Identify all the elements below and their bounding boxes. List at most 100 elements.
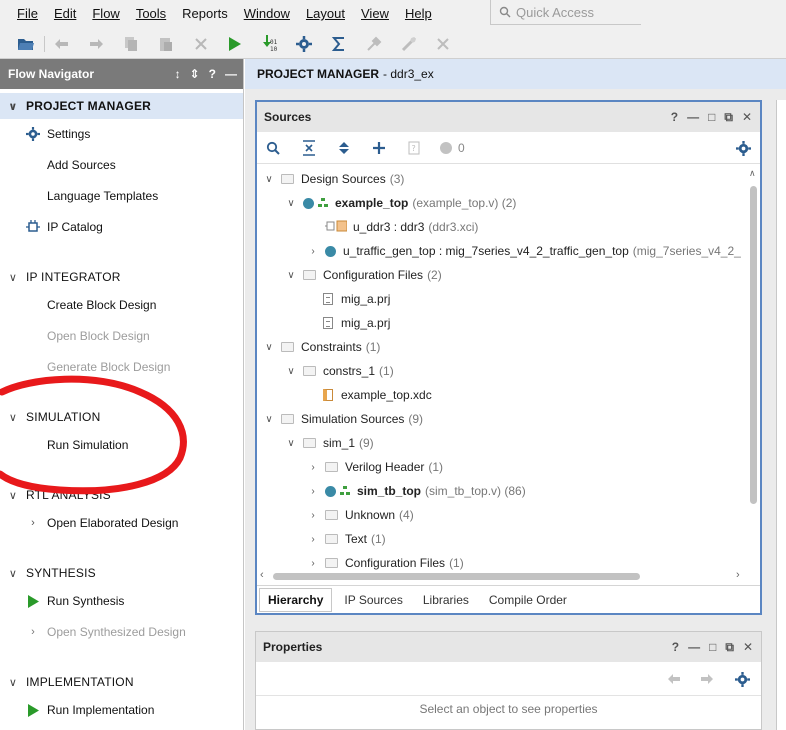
horizontal-scrollbar[interactable]: ‹ ›: [257, 569, 749, 582]
menu-flow[interactable]: Flow: [84, 6, 127, 21]
section-synthesis[interactable]: ∨ SYNTHESIS: [0, 560, 243, 586]
nav-ip-catalog[interactable]: IP Catalog: [0, 215, 243, 239]
settings-icon[interactable]: [732, 669, 752, 689]
tree-node-configuration-files[interactable]: ∨ Configuration Files (2): [285, 264, 441, 286]
open-project-icon[interactable]: [16, 34, 36, 54]
settings-icon[interactable]: [294, 34, 314, 54]
flow-navigator-header: Flow Navigator ↕ ⇕ ? —: [0, 59, 243, 89]
tree-node-u-traffic-gen-top[interactable]: › u_traffic_gen_top : mig_7series_v4_2_t…: [307, 240, 741, 262]
undo-icon[interactable]: [52, 34, 72, 54]
minimize-icon[interactable]: —: [687, 110, 699, 124]
disabled-tool-icon[interactable]: [399, 34, 419, 54]
delete-icon[interactable]: [191, 34, 211, 54]
tree-node-u-ddr3[interactable]: u_ddr3 : ddr3 (ddr3.xci): [325, 216, 478, 238]
horizontal-scroll-thumb[interactable]: [273, 573, 640, 580]
scroll-left-icon[interactable]: ‹: [260, 569, 264, 581]
nav-create-block-design[interactable]: Create Block Design: [0, 293, 243, 317]
nav-run-synthesis[interactable]: Run Synthesis: [0, 589, 243, 613]
flow-navigator-title: Flow Navigator: [8, 67, 95, 81]
float-icon[interactable]: ⧉: [724, 110, 733, 125]
collapse-all-icon[interactable]: [299, 138, 319, 158]
paste-icon[interactable]: [156, 34, 176, 54]
help-icon[interactable]: ?: [671, 110, 678, 124]
section-rtl-analysis[interactable]: ∨ RTL ANALYSIS: [0, 482, 243, 508]
nav-run-implementation[interactable]: Run Implementation: [0, 698, 243, 722]
help-icon[interactable]: ?: [672, 640, 679, 654]
sources-panel: Sources ? — □ ⧉ ✕ ? 0 ∨ Design Sources (…: [255, 100, 762, 615]
doc-help-icon[interactable]: ?: [404, 138, 424, 158]
menu-file[interactable]: File: [0, 6, 46, 21]
help-icon[interactable]: ?: [209, 67, 216, 81]
section-implementation[interactable]: ∨ IMPLEMENTATION: [0, 669, 243, 695]
tree-node-verilog-header[interactable]: › Verilog Header (1): [307, 456, 443, 478]
chevron-right-icon: ›: [311, 533, 315, 545]
message-count[interactable]: 0: [440, 138, 465, 158]
scroll-right-icon[interactable]: ›: [736, 569, 740, 581]
tree-node-mig-a-prj[interactable]: mig_a.prj: [323, 288, 390, 310]
close-icon[interactable]: ✕: [743, 640, 753, 654]
quick-access-search[interactable]: Quick Access: [490, 0, 641, 25]
float-icon[interactable]: ⧉: [725, 640, 734, 655]
generate-bitstream-icon[interactable]: 01 10: [260, 34, 280, 54]
sources-toolbar: ? 0: [257, 132, 760, 164]
vertical-scrollbar[interactable]: ∧: [749, 166, 758, 572]
forward-arrow-icon[interactable]: [697, 669, 717, 689]
hierarchy-icon: [318, 198, 329, 208]
menu-edit[interactable]: Edit: [46, 6, 84, 21]
tab-hierarchy[interactable]: Hierarchy: [259, 587, 333, 612]
tree-node-sim-tb-top[interactable]: › sim_tb_top (sim_tb_top.v) (86): [307, 480, 525, 502]
menu-window[interactable]: Window: [236, 6, 298, 21]
sigma-report-icon[interactable]: [329, 34, 349, 54]
search-icon: [499, 6, 511, 18]
vertical-scroll-thumb[interactable]: [750, 186, 757, 504]
menu-view[interactable]: View: [353, 6, 397, 21]
tree-node-example-top-xdc[interactable]: example_top.xdc: [323, 384, 432, 406]
copy-icon[interactable]: [121, 34, 141, 54]
run-icon[interactable]: [225, 34, 245, 54]
nav-open-elaborated-design[interactable]: › Open Elaborated Design: [0, 511, 243, 535]
scroll-up-icon[interactable]: ∧: [749, 168, 756, 179]
nav-language-templates[interactable]: Language Templates: [0, 184, 243, 208]
nav-add-sources[interactable]: Add Sources: [0, 153, 243, 177]
back-arrow-icon[interactable]: [664, 669, 684, 689]
nav-run-simulation[interactable]: Run Simulation: [0, 433, 243, 457]
tree-node-sim-configuration-files[interactable]: › Configuration Files (1): [307, 552, 463, 571]
expand-all-icon[interactable]: [334, 138, 354, 158]
tab-compile-order[interactable]: Compile Order: [481, 589, 575, 611]
tree-node-mig-a-prj[interactable]: mig_a.prj: [323, 312, 390, 334]
disabled-wrench-icon[interactable]: [364, 34, 384, 54]
menu-layout[interactable]: Layout: [298, 6, 353, 21]
nav-open-block-design[interactable]: Open Block Design: [0, 324, 243, 348]
tree-node-constrs-1[interactable]: ∨ constrs_1 (1): [285, 360, 393, 382]
add-sources-icon[interactable]: [369, 138, 389, 158]
section-project-manager[interactable]: ∨ PROJECT MANAGER: [0, 93, 243, 119]
redo-icon[interactable]: [86, 34, 106, 54]
close-icon[interactable]: ✕: [742, 110, 752, 124]
minimize-icon[interactable]: —: [225, 67, 237, 81]
search-icon[interactable]: [263, 138, 283, 158]
section-ip-integrator[interactable]: ∨ IP INTEGRATOR: [0, 264, 243, 290]
menu-help[interactable]: Help: [397, 6, 440, 21]
settings-icon[interactable]: [733, 138, 753, 158]
minimize-icon[interactable]: —: [688, 640, 700, 654]
menu-reports[interactable]: Reports: [174, 6, 236, 21]
maximize-icon[interactable]: □: [709, 640, 716, 654]
collapse-all-icon[interactable]: ↕: [175, 67, 181, 81]
tree-node-constraints[interactable]: ∨ Constraints (1): [263, 336, 380, 358]
disabled-close-icon[interactable]: [433, 34, 453, 54]
tree-node-simulation-sources[interactable]: ∨ Simulation Sources (9): [263, 408, 423, 430]
tree-node-design-sources[interactable]: ∨ Design Sources (3): [263, 168, 404, 190]
nav-open-synthesized-design[interactable]: › Open Synthesized Design: [0, 620, 243, 644]
tree-node-example-top[interactable]: ∨ example_top (example_top.v) (2): [285, 192, 516, 214]
nav-settings[interactable]: Settings: [0, 122, 243, 146]
maximize-icon[interactable]: □: [708, 110, 715, 124]
section-simulation[interactable]: ∨ SIMULATION: [0, 404, 243, 430]
tree-node-unknown[interactable]: › Unknown (4): [307, 504, 413, 526]
tree-node-sim-1[interactable]: ∨ sim_1 (9): [285, 432, 373, 454]
menu-tools[interactable]: Tools: [128, 6, 174, 21]
expand-all-icon[interactable]: ⇕: [190, 67, 200, 81]
nav-generate-block-design[interactable]: Generate Block Design: [0, 355, 243, 379]
tab-ip-sources[interactable]: IP Sources: [336, 589, 410, 611]
tree-node-text[interactable]: › Text (1): [307, 528, 385, 550]
tab-libraries[interactable]: Libraries: [415, 589, 477, 611]
